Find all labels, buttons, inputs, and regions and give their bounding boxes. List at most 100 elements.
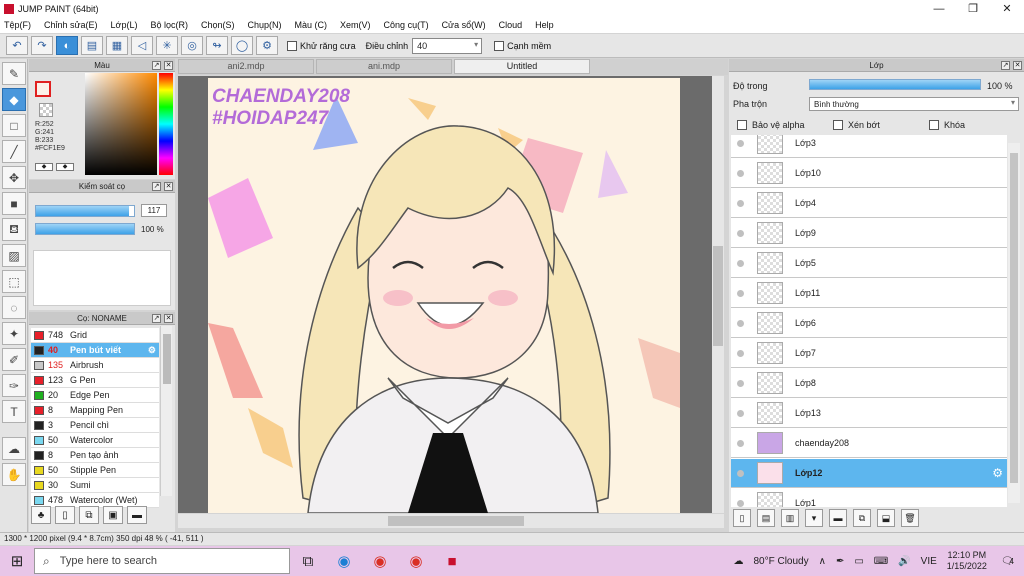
select-eraser-tool[interactable]: ✑ (2, 374, 26, 397)
brush-item-pen[interactable]: 40 Pen bút viết ⚙ (31, 343, 159, 358)
taskbar-search[interactable]: ⌕ Type here to search (34, 548, 290, 574)
new-brush-icon[interactable]: ▯ (55, 506, 75, 524)
panel-popout-icon[interactable]: ↗ (152, 61, 161, 70)
merge-layer-icon[interactable]: ⬓ (877, 509, 895, 527)
layer-item[interactable]: Lớp7 (731, 339, 1007, 368)
undo-button[interactable]: ↶ (6, 36, 28, 55)
brush-item-edge-pen[interactable]: 20 Edge Pen (31, 388, 159, 403)
shape-tool[interactable]: □ (2, 114, 26, 137)
lasso-tool[interactable]: ◌ (2, 296, 26, 319)
jump-paint-taskbar-icon[interactable]: ■ (434, 546, 470, 576)
visibility-icon[interactable] (737, 440, 744, 447)
windows-start-icon[interactable]: ⊞ (0, 546, 34, 576)
keyboard-icon[interactable]: ⌨ (874, 556, 888, 567)
brush-size-value[interactable]: 117 (141, 204, 167, 217)
blend-mode-select[interactable]: Bình thường (809, 97, 1019, 111)
visibility-icon[interactable] (737, 380, 744, 387)
brush-list-scrollbar[interactable] (160, 326, 172, 496)
redo-button[interactable]: ↷ (31, 36, 53, 55)
panel-close-icon[interactable]: ✕ (164, 182, 173, 191)
cloud-tool[interactable]: ☁ (2, 437, 26, 460)
visibility-icon[interactable] (737, 200, 744, 207)
folder-icon[interactable]: ▬ (829, 509, 847, 527)
background-color-swatch[interactable] (39, 103, 53, 117)
protect-alpha-option[interactable]: Bảo vệ alpha (737, 120, 805, 130)
visibility-icon[interactable] (737, 230, 744, 237)
minimize-button[interactable]: — (922, 0, 956, 17)
layer-item[interactable]: Lớp1 (731, 489, 1007, 507)
brush-item-g-pen[interactable]: 123 G Pen (31, 373, 159, 388)
panel-close-icon[interactable]: ✕ (164, 314, 173, 323)
scrollbar-thumb[interactable] (388, 516, 524, 526)
stroke-settings-button[interactable]: ⚙ (256, 36, 278, 55)
hue-slider[interactable] (159, 73, 173, 175)
stroke-perspective-button[interactable]: ◁ (131, 36, 153, 55)
menu-color[interactable]: Màu (C) (295, 20, 328, 30)
layer-list-scrollbar[interactable] (1008, 143, 1020, 503)
copy-brush-icon[interactable]: ⧉ (79, 506, 99, 524)
layer-item[interactable]: Lớp10 (731, 159, 1007, 188)
panel-popout-icon[interactable]: ↗ (1001, 61, 1010, 70)
menu-filter[interactable]: Bộ lọc(R) (150, 20, 188, 30)
brush-item-stipple-pen[interactable]: 50 Stipple Pen (31, 463, 159, 478)
new-layer-8bit-icon[interactable]: ▥ (781, 509, 799, 527)
menu-select[interactable]: Chọn(S) (201, 20, 235, 30)
menu-layer[interactable]: Lớp(L) (111, 20, 138, 30)
layer-opacity-slider[interactable] (809, 79, 981, 90)
magic-wand-tool[interactable]: ✦ (2, 322, 26, 345)
fill-shape-tool[interactable]: ■ (2, 192, 26, 215)
close-button[interactable]: ✕ (990, 0, 1024, 17)
select-tool[interactable]: ⬚ (2, 270, 26, 293)
color-add-button[interactable]: ◆ (35, 163, 53, 171)
menu-tools[interactable]: Công cụ(T) (384, 20, 429, 30)
tab-untitled[interactable]: Untitled (454, 59, 590, 74)
lock-checkbox[interactable] (929, 120, 939, 130)
layer-item[interactable]: Lớp3 (731, 135, 1007, 158)
protect-alpha-checkbox[interactable] (737, 120, 747, 130)
folder-icon[interactable]: ▬ (127, 506, 147, 524)
tray-chevron-icon[interactable]: ∧ (819, 556, 826, 567)
menu-view[interactable]: Xem(V) (340, 20, 371, 30)
stroke-grid-button[interactable]: ▦ (106, 36, 128, 55)
gear-icon[interactable]: ⚙ (148, 345, 156, 356)
visibility-icon[interactable] (737, 260, 744, 267)
brush-size-slider[interactable] (35, 205, 135, 217)
layer-item[interactable]: Lớp9 (731, 219, 1007, 248)
gear-icon[interactable]: ⚙ (992, 466, 1003, 480)
menu-capture[interactable]: Chụp(N) (248, 20, 282, 30)
stroke-concentric-button[interactable]: ◎ (181, 36, 203, 55)
language-indicator[interactable]: VIE (921, 556, 937, 567)
visibility-icon[interactable] (737, 470, 744, 477)
visibility-icon[interactable] (737, 320, 744, 327)
clipping-option[interactable]: Xén bớt (833, 120, 880, 130)
color-remove-button[interactable]: ◆ (56, 163, 74, 171)
duplicate-layer-icon[interactable]: ⧉ (853, 509, 871, 527)
visibility-icon[interactable] (737, 350, 744, 357)
layer-item[interactable]: chaenday208 (731, 429, 1007, 458)
panel-popout-icon[interactable]: ↗ (152, 182, 161, 191)
new-halftone-layer-icon[interactable]: ▤ (757, 509, 775, 527)
visibility-icon[interactable] (737, 140, 744, 147)
brush-item-pencil[interactable]: 3 Pencil chì (31, 418, 159, 433)
tree-icon[interactable]: ♣ (31, 506, 51, 524)
menu-file[interactable]: Tệp(F) (4, 20, 31, 30)
scrollbar-thumb[interactable] (1010, 153, 1018, 483)
soft-edge-checkbox[interactable] (494, 40, 505, 51)
brush-item-watercolor[interactable]: 50 Watercolor (31, 433, 159, 448)
clock[interactable]: 12:10 PM 1/15/2022 (947, 550, 987, 572)
menu-edit[interactable]: Chỉnh sửa(E) (44, 20, 98, 30)
brush-opacity-slider[interactable] (35, 223, 135, 235)
layer-add-menu-icon[interactable]: ▾ (805, 509, 823, 527)
foreground-color-swatch[interactable] (35, 81, 51, 97)
brush-item-grid[interactable]: 748 Grid (31, 328, 159, 343)
lock-option[interactable]: Khóa (929, 120, 965, 130)
visibility-icon[interactable] (737, 410, 744, 417)
layer-item[interactable]: Lớp13 (731, 399, 1007, 428)
move-tool[interactable]: ✥ (2, 166, 26, 189)
brush-item-sumi[interactable]: 30 Sumi (31, 478, 159, 493)
volume-icon[interactable]: 🔊 (898, 556, 910, 567)
gradient-tool[interactable]: ▨ (2, 244, 26, 267)
new-layer-icon[interactable]: ▯ (733, 509, 751, 527)
stroke-freehand-button[interactable]: ◐ (56, 36, 78, 55)
menu-cloud[interactable]: Cloud (499, 20, 523, 30)
